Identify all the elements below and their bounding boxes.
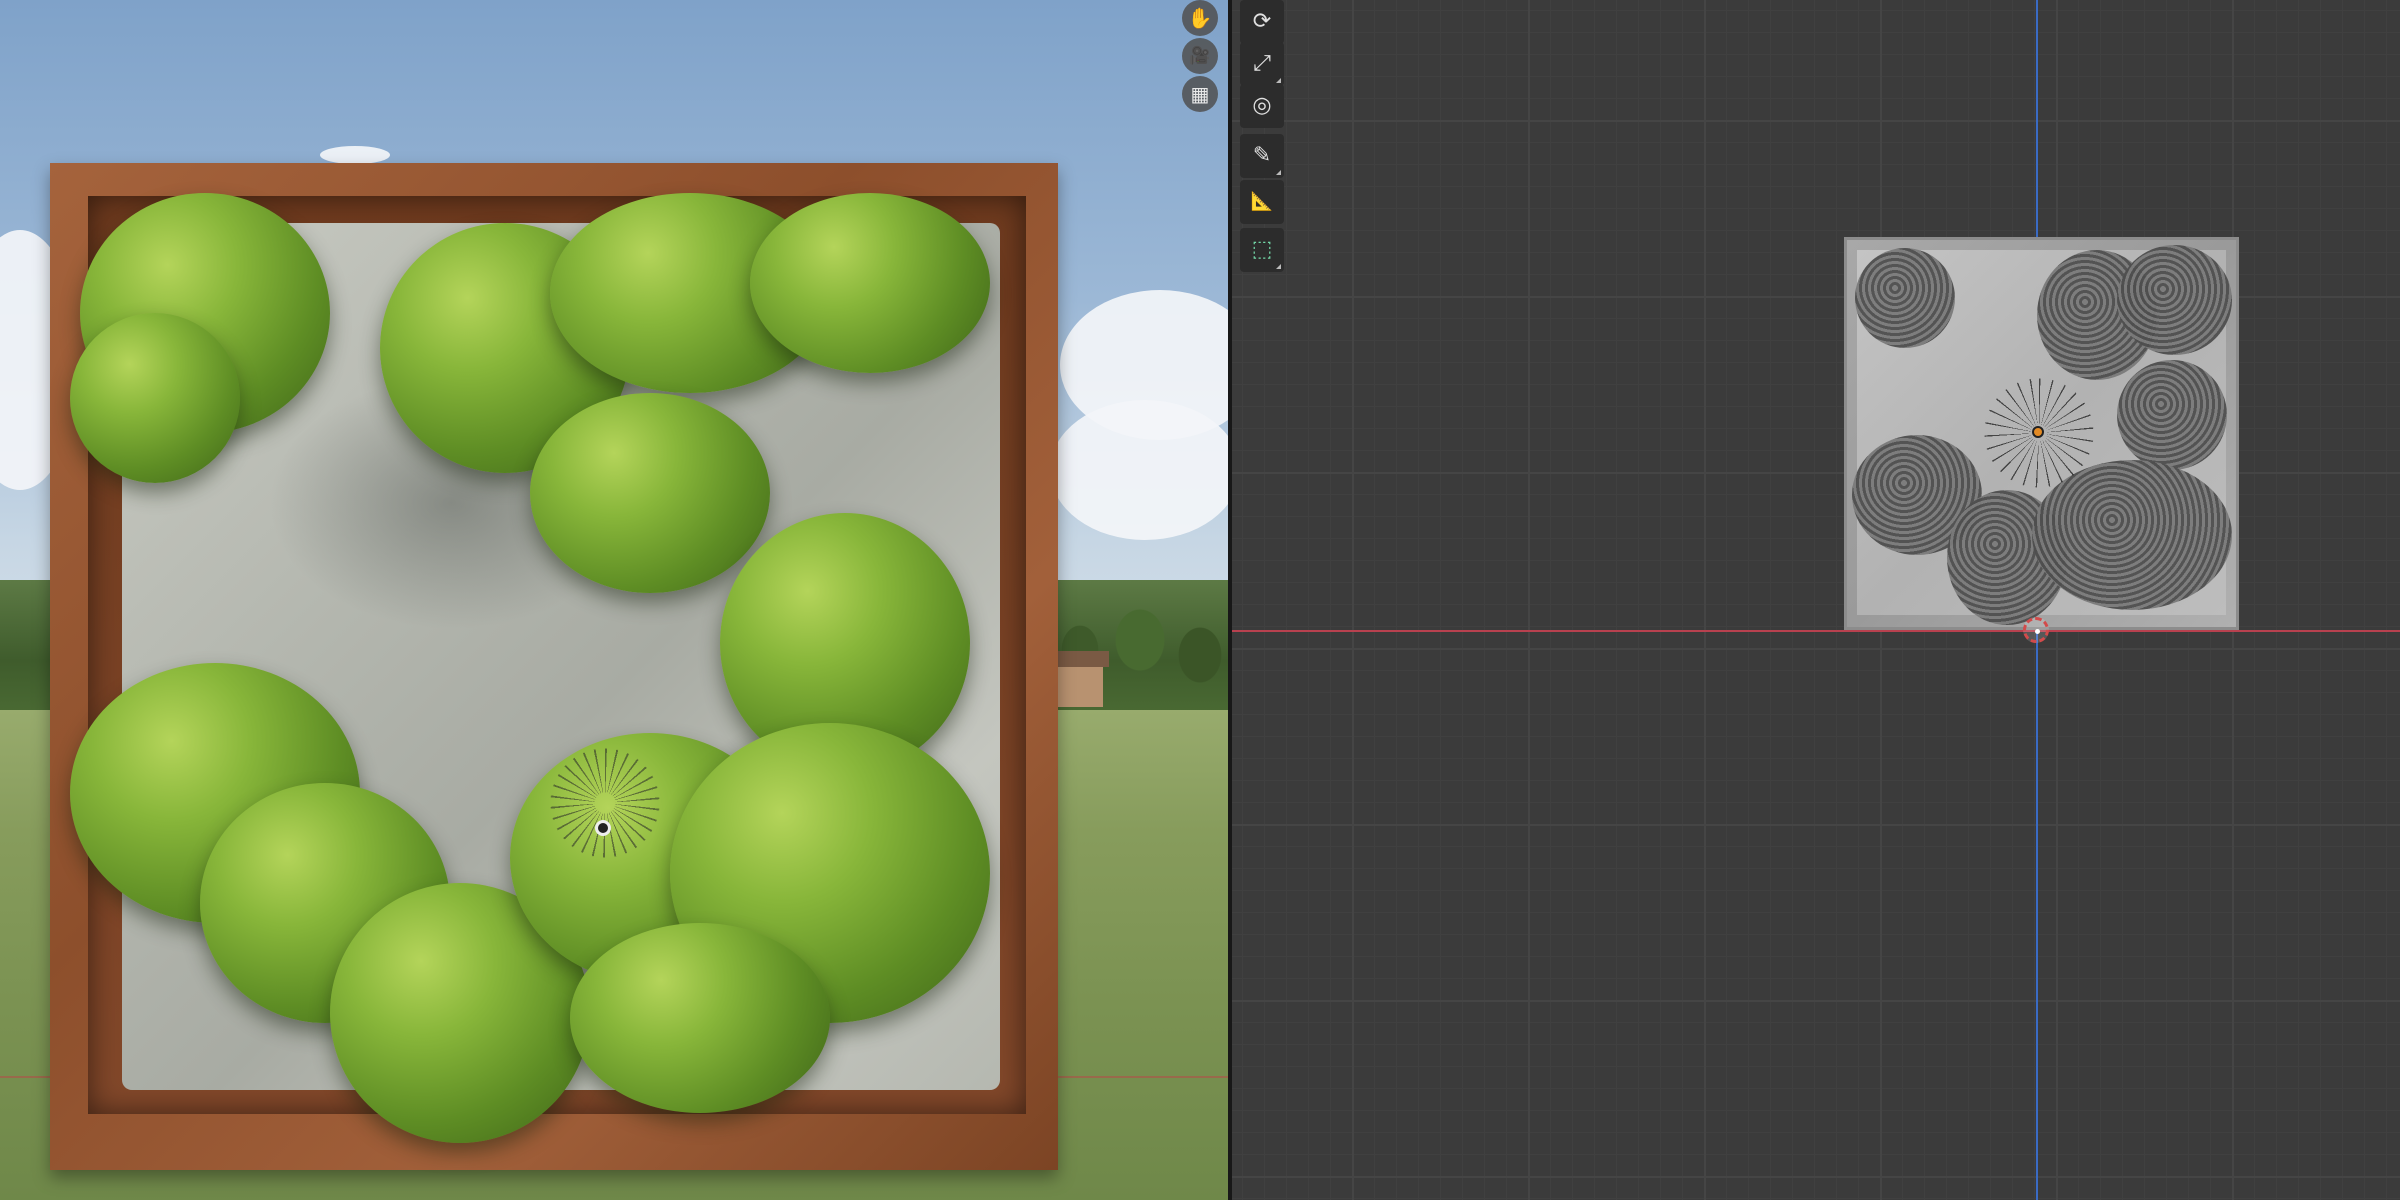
- bush: [70, 313, 240, 483]
- cloud: [320, 146, 390, 164]
- measure-tool-icon[interactable]: 📐: [1240, 180, 1284, 224]
- bush: [530, 393, 770, 593]
- grid-icon[interactable]: ▦: [1182, 76, 1218, 112]
- hand-icon[interactable]: ✋: [1182, 0, 1218, 36]
- bush-clump: [2117, 245, 2232, 355]
- solid-viewport[interactable]: ⟳ ⤢ ◎ ✎ 📐 ⬚: [1232, 0, 2400, 1200]
- annotate-tool-icon[interactable]: ✎: [1240, 134, 1284, 178]
- rendered-viewport[interactable]: ✋ 🎥 ▦: [0, 0, 1228, 1200]
- measure-glyph: 📐: [1250, 191, 1274, 212]
- bush-clump: [2117, 360, 2227, 470]
- add-cube-tool-icon[interactable]: ⬚: [1240, 228, 1284, 272]
- bush: [570, 923, 830, 1113]
- 3d-cursor-icon[interactable]: [2023, 617, 2049, 643]
- add-cube-glyph: ⬚: [1251, 237, 1273, 262]
- planter-box[interactable]: [50, 163, 1058, 1170]
- bush: [750, 193, 990, 373]
- bush-clump: [1855, 248, 1955, 348]
- object-origin[interactable]: [2032, 426, 2044, 438]
- scale-tool-icon[interactable]: ⤢: [1240, 42, 1284, 86]
- x-axis-line: [1232, 630, 2400, 632]
- transform-glyph: ◎: [1252, 93, 1272, 118]
- cloud: [1050, 400, 1228, 540]
- rotate-tool-icon[interactable]: ⟳: [1240, 0, 1284, 44]
- transform-tool-icon[interactable]: ◎: [1240, 84, 1284, 128]
- scale-glyph: ⤢: [1253, 51, 1271, 76]
- light-gizmo[interactable]: [550, 748, 660, 858]
- house: [1049, 651, 1109, 707]
- camera-icon[interactable]: 🎥: [1182, 38, 1218, 74]
- light-origin[interactable]: [595, 820, 611, 836]
- rotate-glyph: ⟳: [1252, 9, 1272, 34]
- annotate-glyph: ✎: [1252, 143, 1272, 168]
